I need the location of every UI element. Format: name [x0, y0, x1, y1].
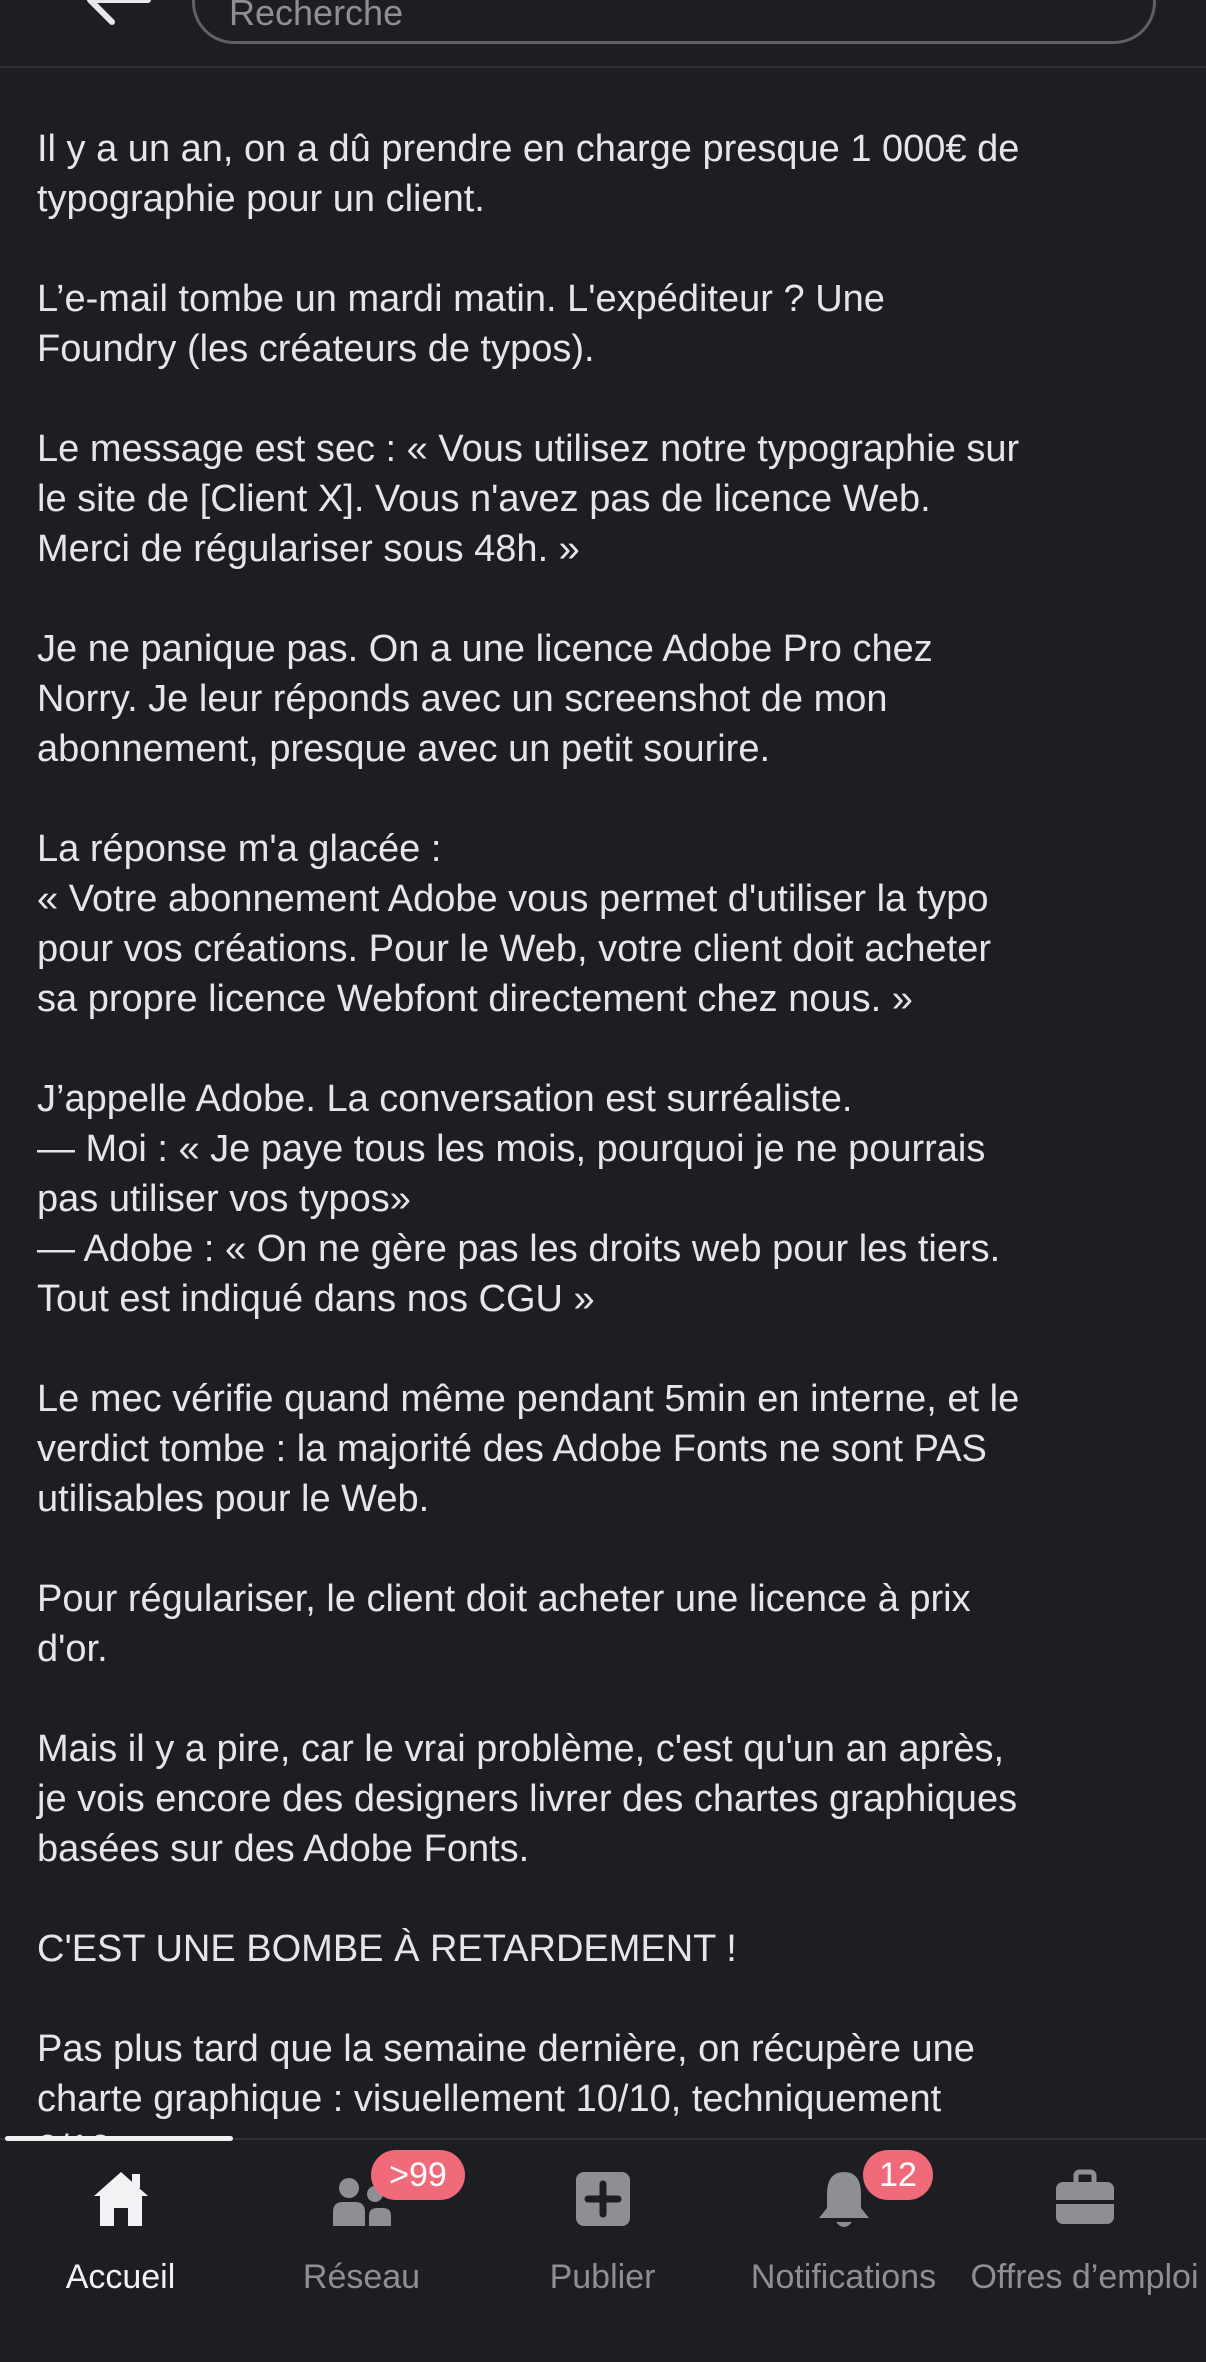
post-paragraph: C'EST UNE BOMBE À RETARDEMENT !: [37, 1928, 737, 1970]
nav-label: Réseau: [302, 2258, 421, 2296]
bottom-nav: Accueil >99 Réseau Publier 12 Notificati…: [0, 2138, 1206, 2362]
notifications-badge: 12: [863, 2150, 933, 2200]
post-paragraph: L’e-mail tombe un mardi matin. L'expédit…: [37, 278, 885, 370]
active-tab-indicator: [5, 2136, 233, 2141]
nav-label: Publier: [549, 2258, 656, 2296]
briefcase-icon: [1055, 2169, 1114, 2224]
home-icon: [93, 2172, 148, 2226]
plus-square-icon: [575, 2172, 630, 2226]
post-paragraph: Pour régulariser, le client doit acheter…: [37, 1578, 971, 1670]
post-paragraph: La réponse m'a glacée : « Votre abonneme…: [37, 828, 992, 1020]
search-input[interactable]: [192, 0, 1156, 44]
nav-item-home[interactable]: Accueil: [0, 2140, 241, 2300]
nav-item-post[interactable]: Publier: [482, 2140, 723, 2300]
post-paragraph: Je ne panique pas. On a une licence Adob…: [37, 628, 933, 770]
nav-item-network[interactable]: >99 Réseau: [241, 2140, 482, 2300]
post-paragraph: Il y a un an, on a dû prendre en charge …: [37, 128, 1020, 220]
post-paragraph: Mais il y a pire, car le vrai problème, …: [37, 1728, 1018, 1870]
network-badge: >99: [371, 2150, 465, 2200]
top-bar: [0, 0, 1206, 68]
arrow-left-icon[interactable]: [78, 0, 158, 34]
nav-label: Accueil: [65, 2258, 176, 2296]
post-paragraph: Le message est sec : « Vous utilisez not…: [37, 428, 1020, 570]
post-paragraph: J’appelle Adobe. La conversation est sur…: [37, 1078, 1001, 1320]
nav-label: Notifications: [750, 2258, 937, 2296]
post-body: Il y a un an, on a dû prendre en charge …: [0, 66, 1206, 2138]
nav-item-jobs[interactable]: Offres d’emploi: [964, 2140, 1205, 2300]
nav-item-notifications[interactable]: 12 Notifications: [723, 2140, 964, 2300]
nav-label: Offres d’emploi: [970, 2258, 1199, 2296]
post-content[interactable]: Il y a un an, on a dû prendre en charge …: [0, 66, 1206, 2138]
post-paragraph: Le mec vérifie quand même pendant 5min e…: [37, 1378, 1020, 1520]
post-paragraph: Pas plus tard que la semaine dernière, o…: [37, 2028, 975, 2138]
